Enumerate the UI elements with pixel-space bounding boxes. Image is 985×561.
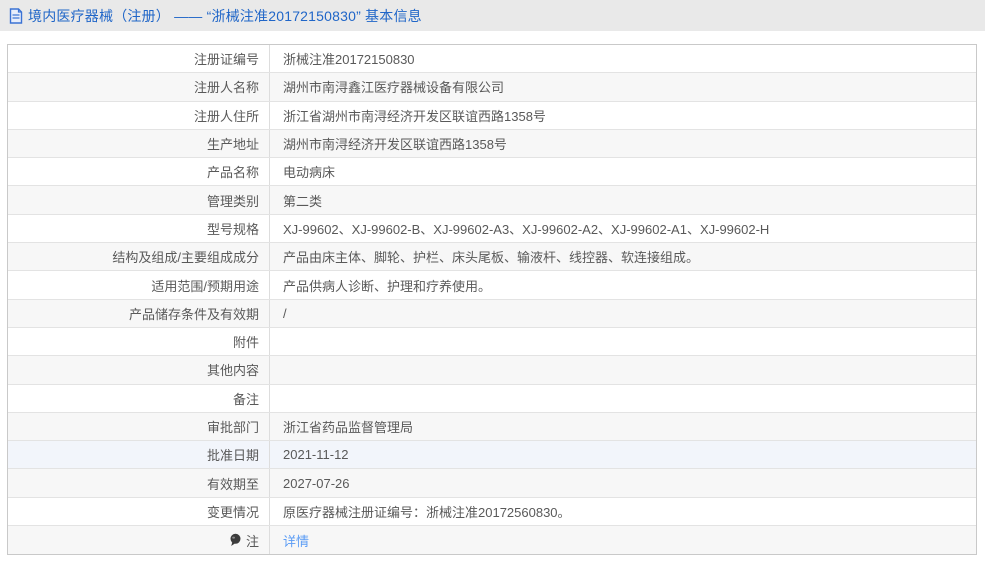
row-value: 浙械注准20172150830: [270, 45, 976, 72]
row-label: 附件: [8, 327, 270, 356]
row-label: 审批部门: [8, 412, 270, 441]
row-label-text: 型号规格: [206, 221, 259, 237]
row-value-text: 第二类: [283, 193, 323, 209]
table-row: 附件: [8, 327, 976, 357]
row-label-text: 注册人名称: [193, 80, 259, 96]
row-value-text: XJ-99602、XJ-99602-B、XJ-99602-A3、XJ-99602…: [283, 221, 770, 237]
row-label: 适用范围/预期用途: [8, 271, 270, 299]
row-label: 型号规格: [8, 214, 270, 243]
row-label-text: 变更情况: [206, 504, 259, 520]
row-label-text: 注册人住所: [193, 108, 259, 124]
row-label-text: 注册证编号: [193, 52, 259, 68]
row-label-text: 管理类别: [206, 193, 259, 209]
row-label-text: 有效期至: [206, 476, 259, 492]
row-value: [270, 328, 976, 355]
row-label: 备注: [8, 384, 270, 412]
table-row: 有效期至 2027-07-26: [8, 469, 976, 498]
row-label-text: 附件: [232, 335, 259, 351]
row-label-text: 批准日期: [206, 448, 259, 464]
row-label: 注册证编号: [8, 45, 270, 73]
row-value: 浙江省药品监督管理局: [270, 413, 976, 440]
row-label: 其他内容: [8, 356, 270, 384]
file-text-icon: [9, 7, 23, 24]
row-label: 产品名称: [8, 158, 270, 186]
table-row: 备注: [8, 384, 976, 413]
detail-link[interactable]: 详情: [283, 531, 309, 550]
row-label-text: 备注: [232, 391, 259, 407]
note-balloon-icon: [230, 533, 241, 547]
row-value: 2027-07-26: [270, 469, 976, 496]
row-label: 注册人名称: [8, 73, 270, 101]
page-header: 境内医疗器械（注册） —— “浙械注准20172150830” 基本信息: [0, 0, 985, 31]
row-label-text: 产品名称: [206, 165, 259, 181]
row-value: 浙江省湖州市南浔经济开发区联谊西路1358号: [270, 102, 976, 129]
row-label: 注: [8, 526, 270, 555]
table-row: 其他内容: [8, 356, 976, 385]
row-label-text: 注: [245, 533, 259, 549]
table-row: 审批部门 浙江省药品监督管理局: [8, 412, 976, 442]
row-value-text: 原医疗器械注册证编号：浙械注准20172560830。: [283, 504, 571, 520]
table-row: 型号规格 XJ-99602、XJ-99602-B、XJ-99602-A3、XJ-…: [8, 214, 976, 244]
row-label-text: 适用范围/预期用途: [151, 278, 259, 294]
row-value: 湖州市南浔经济开发区联谊西路1358号: [270, 130, 976, 157]
row-value: 产品由床主体、脚轮、护栏、床头尾板、输液杆、线控器、软连接组成。: [270, 243, 976, 270]
row-value-text: 2027-07-26: [283, 475, 350, 491]
row-label-text: 结构及组成/主要组成成分: [112, 250, 259, 266]
row-value: 原医疗器械注册证编号：浙械注准20172560830。: [270, 498, 976, 525]
row-value-text: 电动病床: [283, 165, 336, 181]
row-label-text: 其他内容: [206, 363, 259, 379]
row-value: 详情: [270, 526, 976, 554]
row-value: 2021-11-12: [270, 441, 976, 468]
row-value: XJ-99602、XJ-99602-B、XJ-99602-A3、XJ-99602…: [270, 215, 976, 242]
table-row: 适用范围/预期用途 产品供病人诊断、护理和疗养使用。: [8, 271, 976, 300]
row-label: 变更情况: [8, 497, 270, 526]
table-row: 批准日期 2021-11-12: [8, 441, 976, 470]
table-row: 注册人名称 湖州市南浔鑫江医疗器械设备有限公司: [8, 73, 976, 102]
row-label: 有效期至: [8, 469, 270, 497]
row-value-text: 湖州市南浔经济开发区联谊西路1358号: [283, 137, 507, 153]
row-value-text: 浙江省药品监督管理局: [283, 420, 414, 435]
row-label: 批准日期: [8, 441, 270, 469]
table-row: 管理类别 第二类: [8, 186, 976, 215]
row-value: [270, 356, 976, 383]
row-label: 产品储存条件及有效期: [8, 299, 270, 327]
row-value-text: 产品供病人诊断、护理和疗养使用。: [283, 278, 492, 294]
table-row: 结构及组成/主要组成成分 产品由床主体、脚轮、护栏、床头尾板、输液杆、线控器、软…: [8, 243, 976, 272]
table-row: 注 详情: [8, 526, 976, 555]
row-value-text: 浙械注准20172150830: [283, 52, 415, 68]
page-title: 境内医疗器械（注册） —— “浙械注准20172150830” 基本信息: [28, 7, 422, 24]
row-label-text: 审批部门: [206, 420, 259, 435]
row-label-text: 生产地址: [206, 137, 259, 153]
row-value-text: 湖州市南浔鑫江医疗器械设备有限公司: [283, 80, 505, 96]
table-row: 产品储存条件及有效期 /: [8, 299, 976, 328]
row-value: 湖州市南浔鑫江医疗器械设备有限公司: [270, 73, 976, 100]
row-label: 生产地址: [8, 129, 270, 158]
row-value-text: 浙江省湖州市南浔经济开发区联谊西路1358号: [283, 108, 546, 124]
row-label-text: 产品储存条件及有效期: [128, 306, 259, 322]
table-row: 注册人住所 浙江省湖州市南浔经济开发区联谊西路1358号: [8, 101, 976, 130]
row-value-text: 产品由床主体、脚轮、护栏、床头尾板、输液杆、线控器、软连接组成。: [283, 250, 700, 266]
table-row: 注册证编号 浙械注准20172150830: [8, 45, 976, 74]
info-table: 注册证编号 浙械注准20172150830 注册人名称 湖州市南浔鑫江医疗器械设…: [7, 44, 977, 556]
row-label: 结构及组成/主要组成成分: [8, 243, 270, 271]
row-value-text: /: [283, 305, 287, 321]
table-row: 变更情况 原医疗器械注册证编号：浙械注准20172560830。: [8, 497, 976, 527]
row-value: 第二类: [270, 186, 976, 213]
row-label: 注册人住所: [8, 101, 270, 129]
row-value: 产品供病人诊断、护理和疗养使用。: [270, 271, 976, 298]
table-row: 生产地址 湖州市南浔经济开发区联谊西路1358号: [8, 129, 976, 159]
row-value-text: 2021-11-12: [283, 447, 349, 463]
table-row: 产品名称 电动病床: [8, 158, 976, 187]
row-value: /: [270, 300, 976, 327]
row-value: [270, 385, 976, 412]
row-value: 电动病床: [270, 158, 976, 185]
row-label: 管理类别: [8, 186, 270, 214]
